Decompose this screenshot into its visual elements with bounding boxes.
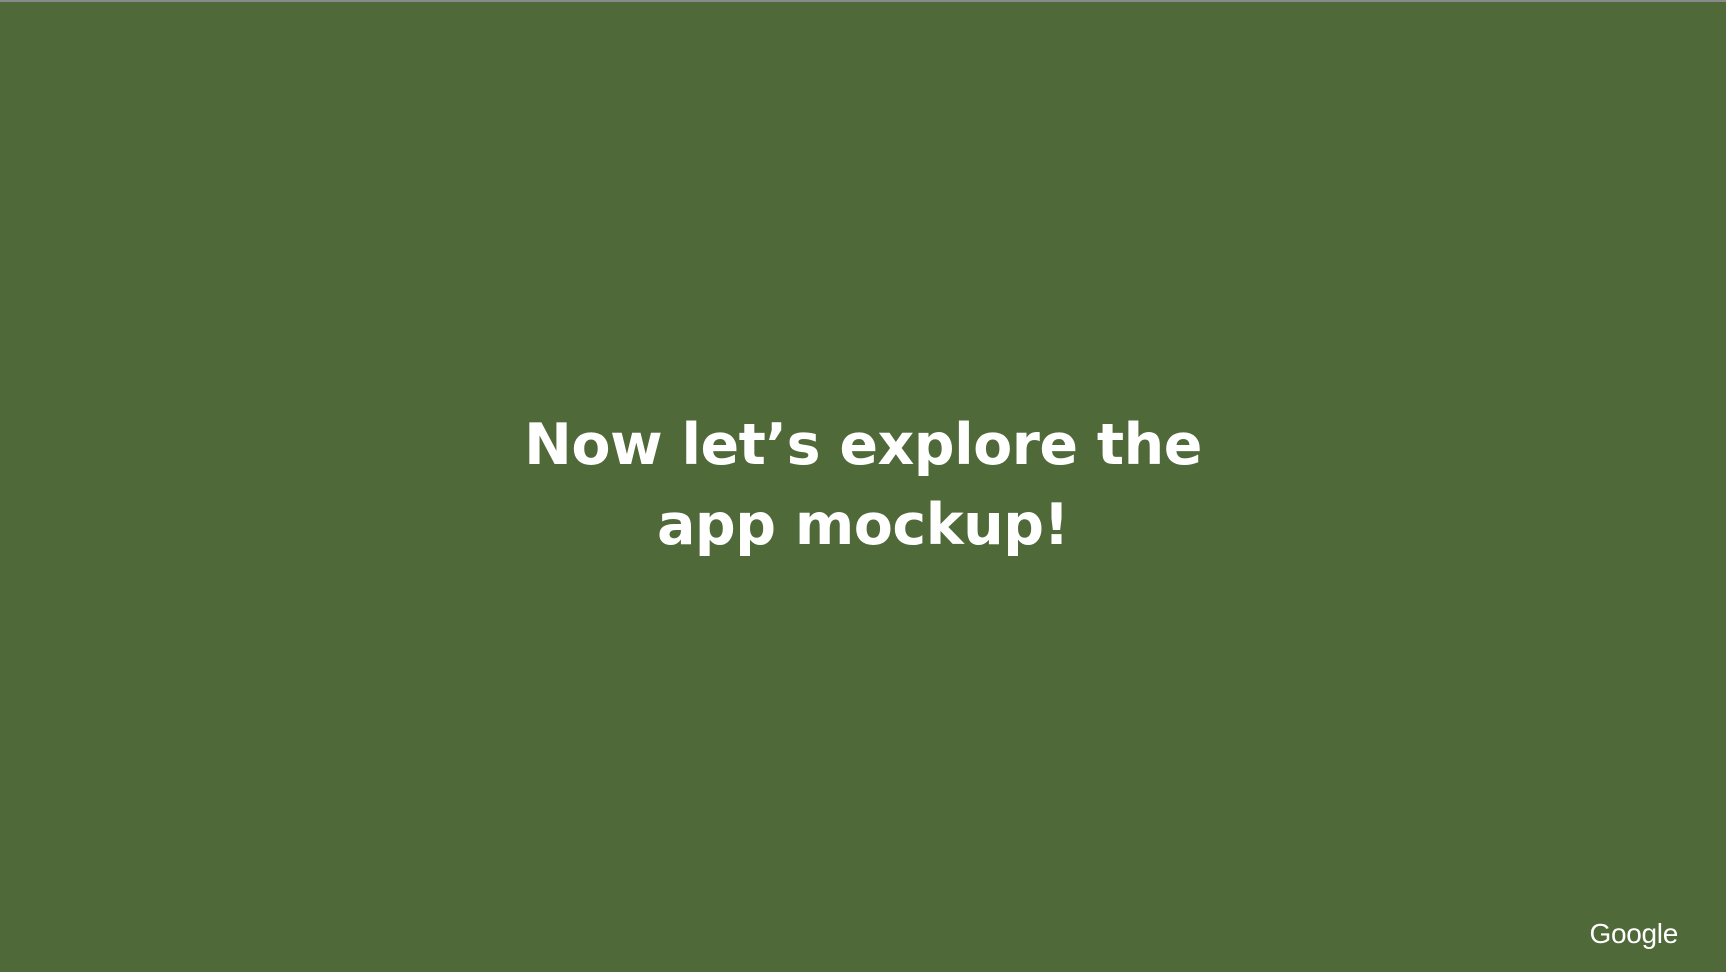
slide-title-line-1: Now let’s explore the <box>524 412 1202 478</box>
google-logo: Google <box>1589 918 1679 949</box>
presentation-viewport: Now let’s explore the app mockup! Google <box>0 0 1726 972</box>
slide: Now let’s explore the app mockup! Google <box>0 2 1726 972</box>
slide-title: Now let’s explore the app mockup! <box>0 405 1726 565</box>
slide-title-line-2: app mockup! <box>656 492 1070 558</box>
